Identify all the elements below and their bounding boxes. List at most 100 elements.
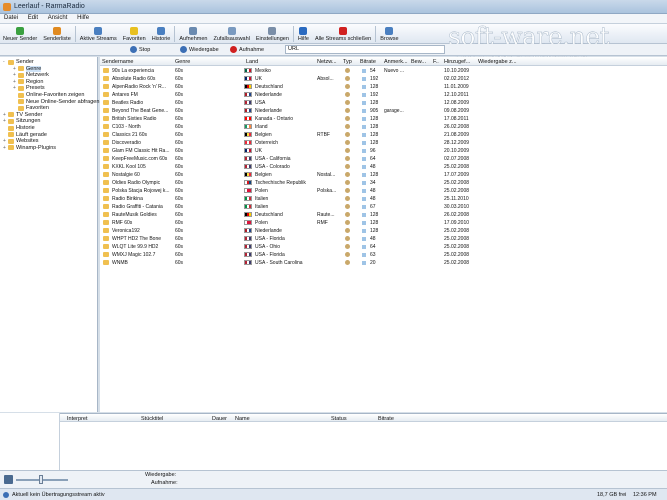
column-header[interactable]: Anmerk... [384, 59, 410, 65]
toolbar-label: Einstellungen [255, 35, 289, 42]
tree-item-label: Online-Favoriten zeigen [26, 92, 85, 98]
tree-item[interactable]: + Genre [13, 65, 42, 72]
toolbar-button-8[interactable]: Hilfe [295, 24, 312, 44]
tree-item[interactable]: + Websites [3, 138, 39, 144]
column-header[interactable]: Bitrate [360, 59, 383, 65]
table-row[interactable]: Polska Stacja Rojowej k... 60s Polen Polska… [100, 187, 667, 195]
table-row[interactable]: Beatles Radio 60s USA 128 12.08.2009 [100, 99, 667, 107]
toolbar-button-10[interactable]: Browse [377, 24, 401, 44]
stream-type-icon [345, 244, 350, 249]
table-row[interactable]: Beyond The Beat Gene... 60s Niederlande 905… [100, 107, 667, 115]
stream-type-icon [345, 180, 350, 185]
cell-land: Belgien [255, 172, 272, 178]
volume-slider-thumb[interactable] [39, 475, 44, 484]
column-header[interactable]: Netzw... [317, 59, 342, 65]
table-row[interactable]: Discoveradio 60s Österreich 128 28.12.2009 [100, 139, 667, 147]
table-row[interactable]: Veronica192 60s Niederlande 128 25.02.2008 [100, 227, 667, 235]
column-header[interactable]: Hinzugef... [444, 59, 477, 65]
column-header[interactable]: Sendername [102, 59, 174, 65]
wiedergabe-label: Wiedergabe: [145, 472, 177, 478]
play-button[interactable]: Wiedergabe [180, 46, 219, 53]
toolbar-button-4[interactable]: Historie [149, 24, 174, 44]
status-bar: Aktuell kein Übertragungsstream aktiv 18… [0, 488, 667, 500]
record-button[interactable]: Aufnahme [230, 46, 264, 53]
table-row[interactable]: Classics 21 60s 60s Belgien RTBF 128 21.08.20… [100, 131, 667, 139]
tree-item[interactable]: + Sitzungen [3, 118, 40, 124]
cell-bitrate: 128 [370, 140, 379, 146]
tree-item[interactable]: + Netzwerk [13, 72, 49, 78]
tree-item[interactable]: Online-Favoriten zeigen [13, 92, 84, 98]
cell-land: USA [255, 100, 266, 106]
cell-name: Beyond The Beat Gene... [112, 108, 169, 114]
menu-ansicht[interactable]: Ansicht [44, 14, 72, 22]
column-header[interactable]: Bew... [411, 59, 432, 65]
speaker-icon[interactable] [4, 475, 13, 484]
cell-name: Veronica192 [112, 228, 140, 234]
tree-item[interactable]: Favoriten [13, 105, 49, 111]
station-icon [103, 132, 109, 137]
table-row[interactable]: WHPT HD2 The Bone 60s USA - Florida 48 25.02… [100, 235, 667, 243]
tree-item[interactable]: + Region [13, 79, 43, 85]
cell-land: USA - Colorado [255, 164, 290, 170]
url-input[interactable]: URL [285, 45, 445, 54]
table-row[interactable]: British Sixties Radio 60s Kanada - Ontario… [100, 115, 667, 123]
toolbar-label: Browse [380, 35, 399, 42]
cell-bitrate: 64 [370, 156, 376, 162]
table-row[interactable]: 90s La experiencia 60s Mexiko 54 Nuevo ... 10… [100, 67, 667, 75]
cell-genre: 60s [175, 212, 184, 218]
table-row[interactable]: WLQT Lite 99.9 HD2 60s USA - Ohio 64 25.02.2… [100, 243, 667, 251]
menu-edit[interactable]: Edit [24, 14, 42, 22]
table-row[interactable]: Absolute Radio 60s 60s UK Absol... 192 02.02.… [100, 75, 667, 83]
tree-item[interactable]: - Sender [3, 59, 34, 65]
toolbar-button-3[interactable]: Favoriten [120, 24, 149, 44]
table-row[interactable]: KXKL Kool 105 60s USA - Colorado 48 25.02.20… [100, 163, 667, 171]
table-row[interactable]: Antares FM 60s Niederlande 192 12.10.2011 [100, 91, 667, 99]
tree-item[interactable]: Neue Online-Sender abfragen [13, 99, 99, 105]
bitrate-icon [362, 125, 366, 129]
tree-item[interactable]: + Winamp-Plugins [3, 145, 56, 151]
tree-item[interactable]: + Presets [13, 85, 45, 91]
table-row[interactable]: Oldies Radio Olympic 60s Tschechische Repu… [100, 179, 667, 187]
toolbar-button-0[interactable]: Neuer Sender [0, 24, 40, 44]
stop-button[interactable]: Stop [130, 46, 150, 53]
menu-hilfe[interactable]: Hilfe [73, 14, 93, 22]
menu-datei[interactable]: Datei [0, 14, 22, 22]
cell-land: Kanada - Ontario [255, 116, 294, 122]
table-row[interactable]: WNMB 60s USA - South Carolina 20 25.02.2008 [100, 259, 667, 267]
column-header[interactable]: F.. [433, 59, 443, 65]
cell-bitrate: 128 [370, 212, 379, 218]
table-row[interactable]: Radio Birikina 60s Italien 48 25.11.2010 [100, 195, 667, 203]
table-row[interactable]: Glam FM Classic Hit Ra... 60s UK 96 20.10.20… [100, 147, 667, 155]
flag-icon [244, 164, 252, 169]
table-row[interactable]: WMXJ Magic 102.7 60s USA - Florida 63 25.02.… [100, 251, 667, 259]
column-header[interactable]: Genre [175, 59, 245, 65]
station-icon [103, 84, 109, 89]
toolbar-button-2[interactable]: Aktive Streams [77, 24, 120, 44]
cell-name: Antares FM [112, 92, 138, 98]
cell-genre: 60s [175, 252, 184, 258]
toolbar-button-7[interactable]: Einstellungen [253, 24, 292, 44]
column-header[interactable]: Typ [343, 59, 359, 65]
stream-type-icon [345, 212, 350, 217]
tree-item[interactable]: Historie [3, 125, 35, 131]
table-row[interactable]: C103 - North 60s Irland 128 26.02.2008 [100, 123, 667, 131]
column-header[interactable]: Wiedergabe z... [478, 59, 528, 65]
toolbar-button-9[interactable]: Alle Streams schließen [312, 24, 374, 44]
stream-type-icon [345, 84, 350, 89]
table-row[interactable]: KeepFreeMusic.com 60s 60s USA - California… [100, 155, 667, 163]
table-row[interactable]: RauteMusik Goldies 60s Deutschland Raute...… [100, 211, 667, 219]
toolbar-button-5[interactable]: Aufnehmen [176, 24, 210, 44]
tree-item[interactable]: + TV Sender [3, 112, 42, 118]
toolbar-button-6[interactable]: Zufallsauswahl [211, 24, 253, 44]
cell-date: 25.02.2008 [444, 244, 470, 250]
cell-bitrate: 128 [370, 100, 379, 106]
table-row[interactable]: AlpenRadio Rock 'n' R... 60s Deutschland 12… [100, 83, 667, 91]
tree-item[interactable]: Läuft gerade [3, 132, 47, 138]
table-row[interactable]: Nostalgie 60 60s Belgien Nostal... 128 17.07.… [100, 171, 667, 179]
table-row[interactable]: Radio Graffiti - Catania 60s Italien 67 30.0… [100, 203, 667, 211]
toolbar-button-1[interactable]: Senderliste [40, 24, 74, 44]
table-row[interactable]: RMF 60s 60s Polen RMF 128 17.09.2010 [100, 219, 667, 227]
tree-item-label: Presets [26, 85, 45, 92]
cell-genre: 60s [175, 244, 184, 250]
column-header[interactable]: Land [246, 59, 316, 65]
